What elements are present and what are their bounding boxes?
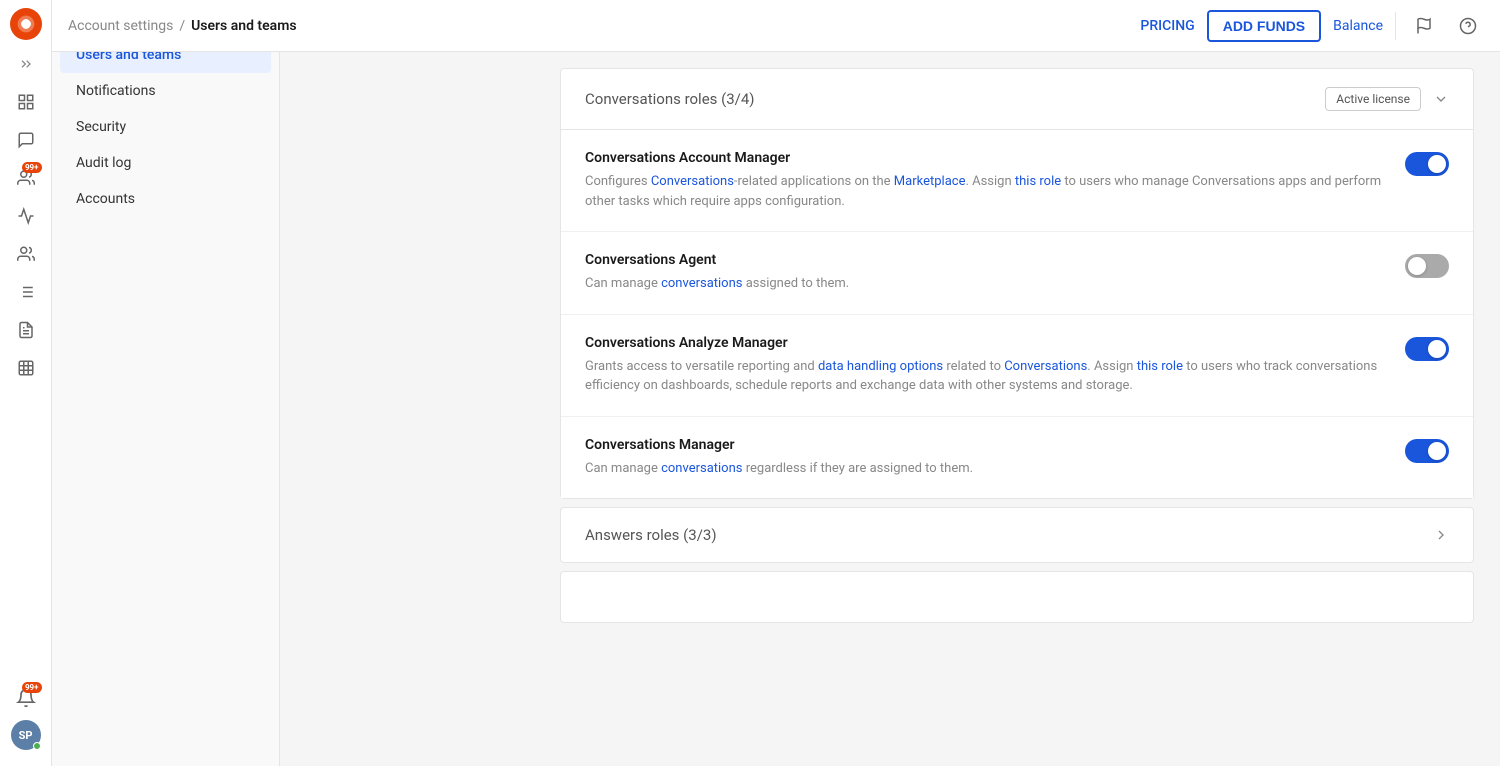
toggle-track-account-manager[interactable] <box>1405 152 1449 176</box>
top-header: Account settings / Users and teams PRICI… <box>52 0 1500 52</box>
nav-report-icon[interactable] <box>8 312 44 348</box>
main-area: Conversations roles (3/4) Active license… <box>560 52 1474 766</box>
answers-roles-section[interactable]: Answers roles (3/3) <box>560 507 1474 563</box>
conversations-roles-chevron-icon <box>1433 91 1449 107</box>
toggle-thumb-manager <box>1428 442 1446 460</box>
sidebar-item-notifications[interactable]: Notifications <box>60 73 271 109</box>
toggle-track-agent[interactable] <box>1405 254 1449 278</box>
online-status-dot <box>33 742 41 750</box>
additional-section <box>560 571 1474 623</box>
toggle-agent[interactable] <box>1405 254 1449 278</box>
conversations-roles-section: Conversations roles (3/4) Active license… <box>560 68 1474 499</box>
nav-list-icon[interactable] <box>8 274 44 310</box>
conversations-roles-title: Conversations roles (3/4) <box>585 90 1325 108</box>
breadcrumb-separator: / <box>179 18 185 34</box>
toggle-thumb-account-manager <box>1428 155 1446 173</box>
nav-grid2-icon[interactable] <box>8 350 44 386</box>
role-row-analyze-manager: Conversations Analyze Manager Grants acc… <box>561 315 1473 417</box>
sidebar-item-audit-log[interactable]: Audit log <box>60 145 271 181</box>
breadcrumb-current: Users and teams <box>191 18 296 34</box>
notification-bell[interactable]: 99+ <box>8 680 44 716</box>
toggle-track-manager[interactable] <box>1405 439 1449 463</box>
nav-analytics-icon[interactable] <box>8 198 44 234</box>
role-name-manager: Conversations Manager <box>585 437 1405 453</box>
add-funds-button[interactable]: ADD FUNDS <box>1207 10 1321 42</box>
role-desc-agent: Can manage conversations assigned to the… <box>585 274 1405 294</box>
nav-grid-icon[interactable] <box>8 84 44 120</box>
role-info-agent: Conversations Agent Can manage conversat… <box>585 252 1405 294</box>
nav-badge: 99+ <box>22 162 42 173</box>
conversations-roles-header[interactable]: Conversations roles (3/4) Active license <box>561 69 1473 130</box>
role-name-account-manager: Conversations Account Manager <box>585 150 1405 166</box>
role-desc-account-manager: Configures Conversations-related applica… <box>585 172 1405 211</box>
nav-team-icon[interactable] <box>8 236 44 272</box>
balance-link[interactable]: Balance <box>1333 18 1383 34</box>
toggle-thumb-agent <box>1408 257 1426 275</box>
header-divider <box>1395 12 1396 40</box>
role-info-account-manager: Conversations Account Manager Configures… <box>585 150 1405 211</box>
active-license-badge: Active license <box>1325 87 1421 111</box>
notification-badge: 99+ <box>22 682 42 693</box>
nav-chat-icon[interactable] <box>8 122 44 158</box>
breadcrumb-parent[interactable]: Account settings <box>68 18 173 34</box>
toggle-manager[interactable] <box>1405 439 1449 463</box>
app-logo[interactable] <box>10 8 42 40</box>
sidebar: ACCOUNT SETTINGS Users and teams Notific… <box>52 0 280 766</box>
role-info-analyze-manager: Conversations Analyze Manager Grants acc… <box>585 335 1405 396</box>
role-row-agent: Conversations Agent Can manage conversat… <box>561 232 1473 315</box>
sidebar-item-security[interactable]: Security <box>60 109 271 145</box>
role-row-manager: Conversations Manager Can manage convers… <box>561 417 1473 499</box>
breadcrumb: Account settings / Users and teams <box>68 18 297 34</box>
role-row-account-manager: Conversations Account Manager Configures… <box>561 130 1473 232</box>
toggle-analyze-manager[interactable] <box>1405 337 1449 361</box>
pricing-link[interactable]: PRICING <box>1140 18 1194 34</box>
sidebar-item-accounts[interactable]: Accounts <box>60 181 271 217</box>
role-desc-analyze-manager: Grants access to versatile reporting and… <box>585 357 1405 396</box>
help-icon-button[interactable] <box>1452 10 1484 42</box>
answers-roles-chevron-icon <box>1433 527 1449 543</box>
icon-bar: 99+ <box>0 0 52 766</box>
user-avatar[interactable]: SP <box>11 720 41 750</box>
role-info-manager: Conversations Manager Can manage convers… <box>585 437 1405 479</box>
flag-icon-button[interactable] <box>1408 10 1440 42</box>
nav-contacts-icon[interactable]: 99+ <box>8 160 44 196</box>
expand-sidebar-icon[interactable] <box>12 50 40 78</box>
role-desc-manager: Can manage conversations regardless if t… <box>585 459 1405 479</box>
toggle-thumb-analyze-manager <box>1428 340 1446 358</box>
role-name-analyze-manager: Conversations Analyze Manager <box>585 335 1405 351</box>
toggle-track-analyze-manager[interactable] <box>1405 337 1449 361</box>
answers-roles-title: Answers roles (3/3) <box>585 526 1433 544</box>
toggle-account-manager[interactable] <box>1405 152 1449 176</box>
role-name-agent: Conversations Agent <box>585 252 1405 268</box>
